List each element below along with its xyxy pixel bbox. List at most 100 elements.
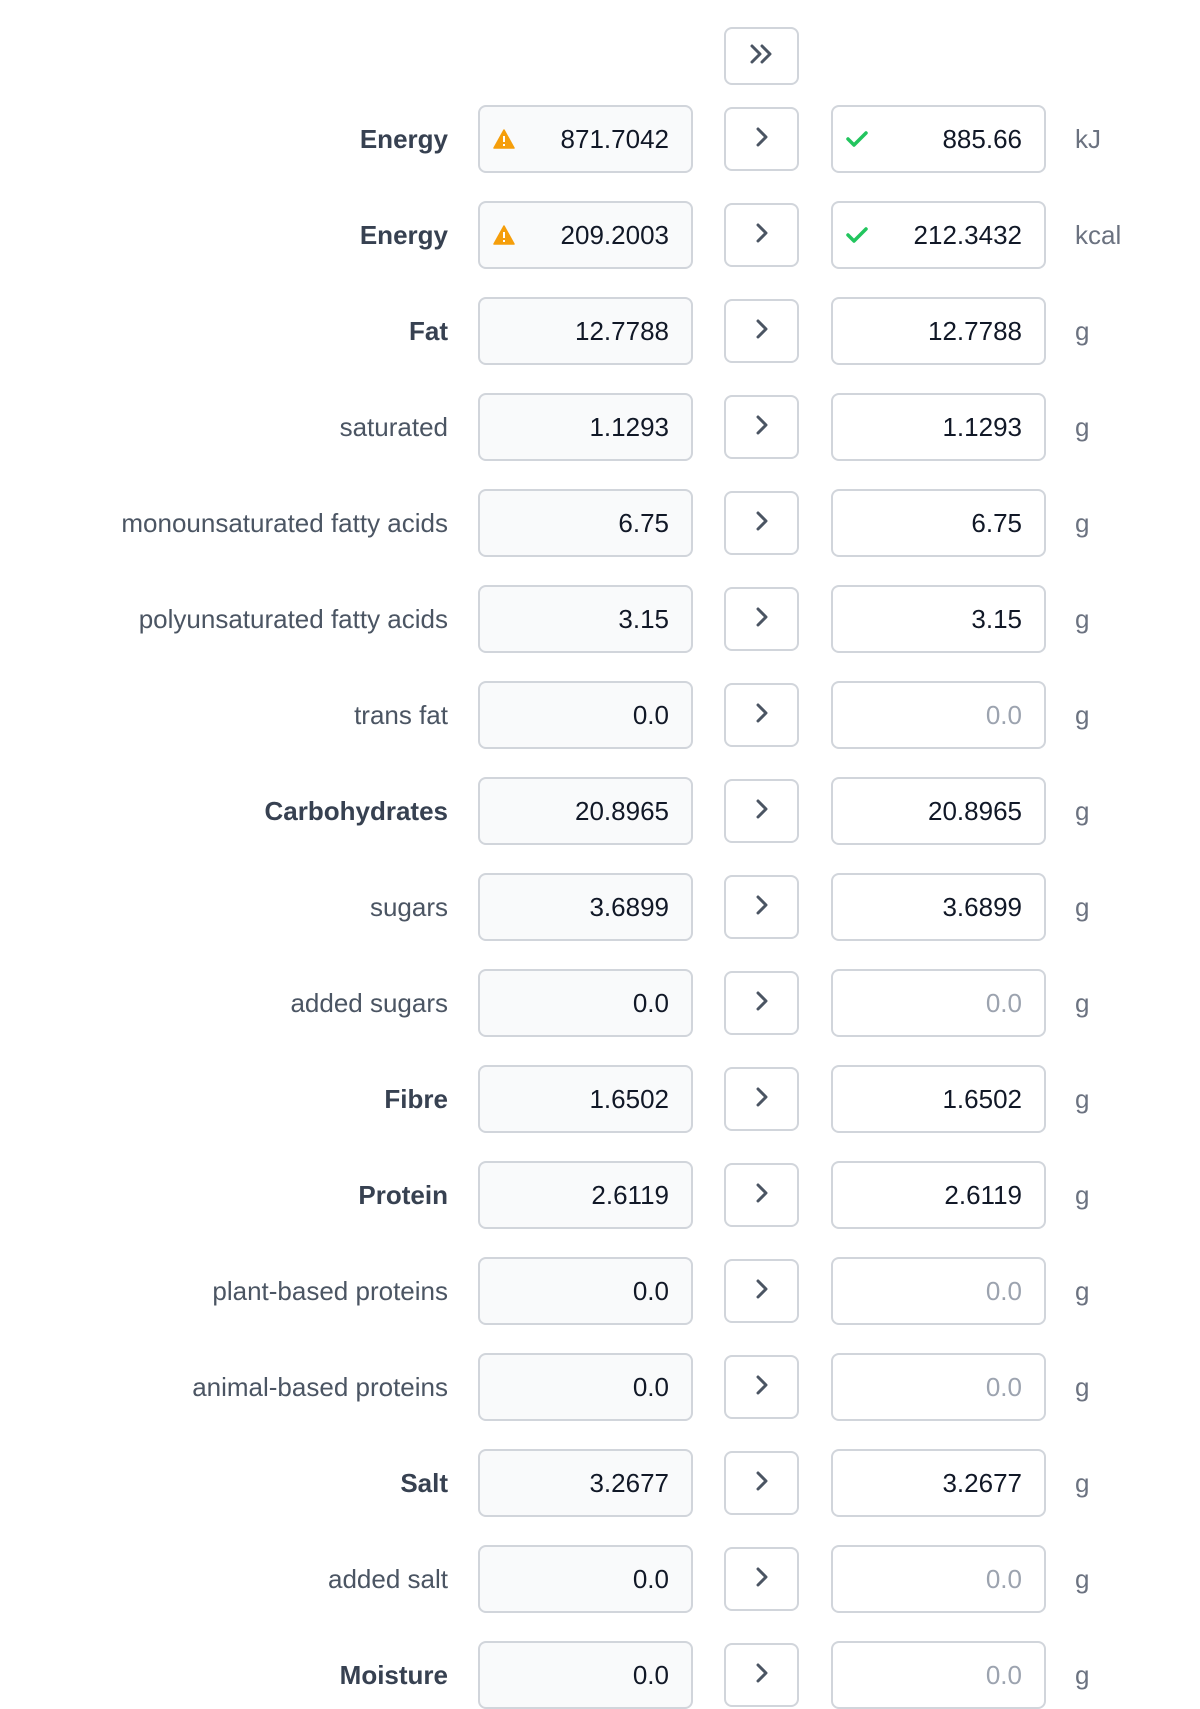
nutrient-label: Energy [359, 124, 448, 154]
target-value-input[interactable]: 0.0 [831, 681, 1046, 749]
source-value-field[interactable]: 1.1293 [478, 393, 693, 461]
source-value-field[interactable]: 3.2677 [478, 1449, 693, 1517]
copy-value-button[interactable] [724, 1643, 799, 1707]
copy-value-button[interactable] [724, 683, 799, 747]
nutrient-row: saturated 1.1293 1.1293 g [0, 393, 1200, 461]
source-value-field[interactable]: 1.6502 [478, 1065, 693, 1133]
target-value: 3.15 [971, 603, 1022, 634]
nutrient-row: animal-based proteins 0.0 0.0 g [0, 1353, 1200, 1421]
unit-label: g [1075, 1468, 1090, 1498]
chevron-right-icon [753, 1565, 771, 1594]
copy-value-button[interactable] [724, 971, 799, 1035]
nutrient-label: monounsaturated fatty acids [121, 508, 448, 538]
target-value-input[interactable]: 1.1293 [831, 393, 1046, 461]
nutrient-label: Moisture [339, 1660, 448, 1690]
unit-label: g [1075, 1564, 1090, 1594]
target-value-input[interactable]: 3.2677 [831, 1449, 1046, 1517]
copy-value-button[interactable] [724, 1547, 799, 1611]
target-value-input[interactable]: 3.6899 [831, 873, 1046, 941]
target-value: 0.0 [985, 1563, 1022, 1594]
target-value-input[interactable]: 0.0 [831, 1641, 1046, 1709]
copy-value-button[interactable] [724, 491, 799, 555]
nutrient-row: Energy 209.2003 212.3432 kcal [0, 201, 1200, 269]
chevron-right-icon [753, 893, 771, 922]
copy-value-button[interactable] [724, 587, 799, 651]
target-value-input[interactable]: 885.66 [831, 105, 1046, 173]
nutrient-row: sugars 3.6899 3.6899 g [0, 873, 1200, 941]
chevron-right-icon [753, 797, 771, 826]
source-value-field[interactable]: 20.8965 [478, 777, 693, 845]
target-value: 6.75 [971, 507, 1022, 538]
source-value-field[interactable]: 0.0 [478, 1257, 693, 1325]
target-value-input[interactable]: 3.15 [831, 585, 1046, 653]
target-value: 0.0 [985, 1659, 1022, 1690]
copy-value-button[interactable] [724, 779, 799, 843]
chevron-right-icon [753, 1661, 771, 1690]
copy-value-button[interactable] [724, 1355, 799, 1419]
copy-all-button[interactable] [724, 27, 799, 85]
source-value: 2.6119 [591, 1179, 669, 1210]
nutrient-label: saturated [339, 412, 448, 442]
nutrient-label: plant-based proteins [212, 1276, 448, 1306]
source-value: 0.0 [632, 1275, 669, 1306]
chevron-right-icon [753, 125, 771, 154]
target-value-input[interactable]: 0.0 [831, 1257, 1046, 1325]
unit-label: g [1075, 316, 1090, 346]
source-value-field[interactable]: 871.7042 [478, 105, 693, 173]
copy-value-button[interactable] [724, 203, 799, 267]
target-value-input[interactable]: 212.3432 [831, 201, 1046, 269]
target-value: 1.1293 [942, 411, 1022, 442]
target-value-input[interactable]: 6.75 [831, 489, 1046, 557]
copy-value-button[interactable] [724, 1163, 799, 1227]
chevron-right-icon [753, 317, 771, 346]
source-value: 0.0 [632, 699, 669, 730]
source-value-field[interactable]: 12.7788 [478, 297, 693, 365]
chevron-right-icon [753, 1181, 771, 1210]
nutrient-row: added sugars 0.0 0.0 g [0, 969, 1200, 1037]
source-value: 6.75 [618, 507, 669, 538]
copy-value-button[interactable] [724, 107, 799, 171]
source-value-field[interactable]: 0.0 [478, 1353, 693, 1421]
source-value: 20.8965 [575, 795, 669, 826]
source-value-field[interactable]: 0.0 [478, 1641, 693, 1709]
target-value-input[interactable]: 0.0 [831, 1545, 1046, 1613]
source-value: 0.0 [632, 1563, 669, 1594]
source-value-field[interactable]: 209.2003 [478, 201, 693, 269]
target-value: 3.2677 [942, 1467, 1022, 1498]
chevron-right-icon [753, 1277, 771, 1306]
source-value-field[interactable]: 3.6899 [478, 873, 693, 941]
copy-value-button[interactable] [724, 1067, 799, 1131]
target-value-input[interactable]: 20.8965 [831, 777, 1046, 845]
unit-label: g [1075, 508, 1090, 538]
target-value-input[interactable]: 2.6119 [831, 1161, 1046, 1229]
target-value: 2.6119 [944, 1179, 1022, 1210]
unit-label: g [1075, 1276, 1090, 1306]
copy-value-button[interactable] [724, 1451, 799, 1515]
unit-label: g [1075, 1084, 1090, 1114]
nutrient-row: polyunsaturated fatty acids 3.15 3.15 g [0, 585, 1200, 653]
copy-value-button[interactable] [724, 875, 799, 939]
source-value-field[interactable]: 0.0 [478, 1545, 693, 1613]
target-value: 0.0 [985, 1275, 1022, 1306]
source-value: 1.1293 [589, 411, 669, 442]
target-value-input[interactable]: 0.0 [831, 1353, 1046, 1421]
nutrient-label: polyunsaturated fatty acids [138, 604, 448, 634]
nutrient-row: Carbohydrates 20.8965 20.8965 g [0, 777, 1200, 845]
nutrient-label: Carbohydrates [264, 796, 449, 826]
target-value-input[interactable]: 1.6502 [831, 1065, 1046, 1133]
copy-value-button[interactable] [724, 395, 799, 459]
source-value-field[interactable]: 0.0 [478, 681, 693, 749]
source-value-field[interactable]: 0.0 [478, 969, 693, 1037]
source-value-field[interactable]: 6.75 [478, 489, 693, 557]
source-value-field[interactable]: 2.6119 [478, 1161, 693, 1229]
chevron-right-icon [753, 413, 771, 442]
unit-label: g [1075, 1372, 1090, 1402]
nutrient-row: monounsaturated fatty acids 6.75 6.75 g [0, 489, 1200, 557]
copy-value-button[interactable] [724, 1259, 799, 1323]
source-value-field[interactable]: 3.15 [478, 585, 693, 653]
unit-label: g [1075, 892, 1090, 922]
copy-value-button[interactable] [724, 299, 799, 363]
nutrient-label: added salt [328, 1564, 448, 1594]
target-value-input[interactable]: 12.7788 [831, 297, 1046, 365]
target-value-input[interactable]: 0.0 [831, 969, 1046, 1037]
